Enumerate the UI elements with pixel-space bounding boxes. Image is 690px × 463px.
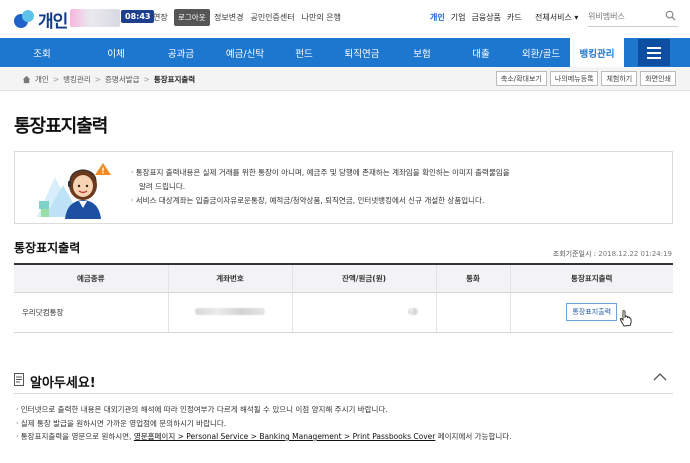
- all-services-label: 전체서비스: [535, 13, 572, 22]
- notice-line-2: 서비스 대상계좌는 입출금이자유로운통장, 예적금/청약상품, 퇴직연금, 인터…: [135, 196, 485, 205]
- know-item-2: 실제 통장 발급을 원하시면 가까운 영업점에 문의하시기 바랍니다.: [20, 418, 227, 428]
- util-link-profile[interactable]: 정보변경: [214, 12, 243, 23]
- column-header-balance: 잔액/원금(원): [292, 264, 437, 293]
- know-section-title: 알아두세요!: [30, 376, 96, 391]
- breadcrumb-item-personal[interactable]: 개인: [35, 74, 49, 85]
- nav-item-loan[interactable]: 대출: [450, 38, 512, 67]
- know-item-1: 인터넷으로 출력한 내용은 대외기관의 해석에 따라 인정여부가 다르게 해석될…: [20, 405, 388, 414]
- notice-box: ! · 통장표지 출력내용은 실제 거래를 위한 통장이 아니며, 예금주 및 …: [14, 151, 673, 224]
- column-header-print-cover: 통장표지출력: [510, 264, 673, 293]
- breadcrumb: 개인 > 뱅킹관리 > 증명서발급 > 통장표지출력: [22, 74, 195, 85]
- chevron-up-icon[interactable]: [653, 372, 667, 382]
- try-demo-button[interactable]: 체험하기: [601, 71, 638, 86]
- nav-item-inquiry[interactable]: 조회: [22, 38, 62, 67]
- inquiry-datetime-label: 조회기준일시 :: [552, 250, 597, 258]
- inquiry-datetime-value: 2018.12.22 01:24:19: [598, 250, 672, 258]
- segment-personal[interactable]: 개인: [430, 12, 445, 23]
- notice-line-1: 통장표지 출력내용은 실제 거래를 위한 통장이 아니며, 예금주 및 당행에 …: [135, 168, 510, 177]
- segment-card[interactable]: 카드: [507, 12, 522, 23]
- document-icon: [14, 373, 24, 386]
- hand-cursor-icon: [620, 310, 632, 327]
- main-navigation: 조회 이체 공과금 예금/신탁 펀드 퇴직연금 보험 대출 외환/골드 뱅킹관리…: [0, 38, 690, 67]
- passbook-account-table: 예금종류 계좌번호 잔액/원금(원) 통화 통장표지출력 우리닷컴통장 통장표지…: [14, 263, 673, 333]
- hamburger-menu-icon[interactable]: [638, 39, 670, 66]
- search-box: [588, 7, 678, 27]
- print-screen-button[interactable]: 화면인쇄: [640, 71, 676, 86]
- nav-item-insurance[interactable]: 보험: [394, 38, 450, 67]
- nav-item-transfer[interactable]: 이체: [82, 38, 150, 67]
- breadcrumb-item-certificates[interactable]: 증명서발급: [105, 74, 140, 85]
- breadcrumb-separator: >: [94, 75, 102, 84]
- extend-session-link[interactable]: 연장: [153, 12, 168, 23]
- logo-text: 개인: [38, 12, 68, 32]
- section-title: 통장표지출력: [14, 241, 81, 255]
- segment-business[interactable]: 기업: [451, 12, 466, 23]
- inquiry-datetime: 조회기준일시 : 2018.12.22 01:24:19: [553, 249, 672, 259]
- list-item: · 실제 통장 발급을 원하시면 가까운 영업점에 문의하시기 바랍니다.: [16, 418, 227, 428]
- zoom-button[interactable]: 축소/확대보기: [495, 71, 547, 86]
- breadcrumb-item-banking-management[interactable]: 뱅킹관리: [63, 74, 91, 85]
- notice-line-1-continued: 알려 드립니다.: [139, 182, 186, 191]
- column-header-deposit-type: 예금종류: [14, 264, 169, 293]
- table-row: 우리닷컴통장 통장표지출력: [14, 292, 673, 333]
- breadcrumb-separator: >: [143, 75, 150, 84]
- cell-balance: [292, 292, 437, 333]
- utility-links: 정보변경 공인인증센터 나만의 은행: [214, 12, 341, 23]
- list-item: · 인터넷으로 출력한 내용은 대외기관의 해석에 따라 인정여부가 다르게 해…: [16, 405, 388, 414]
- all-services-menu[interactable]: 전체서비스 ▾: [535, 12, 578, 23]
- english-homepage-link[interactable]: 영문홈페이지 > Personal Service > Banking Mana…: [134, 432, 436, 441]
- add-my-menu-button[interactable]: 나의메뉴등록: [549, 71, 599, 86]
- nav-item-deposit-trust[interactable]: 예금/신탁: [212, 38, 278, 67]
- column-header-currency: 통화: [436, 264, 511, 293]
- nav-item-banking-management[interactable]: 뱅킹관리: [570, 38, 624, 67]
- nav-item-forex-gold[interactable]: 외환/골드: [512, 38, 570, 67]
- table-header-row: 예금종류 계좌번호 잔액/원금(원) 통화 통장표지출력: [14, 264, 673, 293]
- bank-logo[interactable]: 개인: [14, 7, 68, 32]
- page-title: 통장표지출력: [14, 116, 108, 137]
- segment-products[interactable]: 금융상품: [471, 12, 500, 23]
- logo-mark-icon: [14, 9, 36, 30]
- breadcrumb-bar: 개인 > 뱅킹관리 > 증명서발급 > 통장표지출력 축소/확대보기 나의메뉴등록 체…: [0, 67, 690, 91]
- customer-service-illustration: !: [37, 163, 111, 219]
- search-icon[interactable]: [665, 10, 676, 21]
- nav-item-retirement-pension[interactable]: 퇴직연금: [330, 38, 394, 67]
- breadcrumb-item-current: 통장표지출력: [153, 75, 196, 84]
- cell-currency: [436, 292, 511, 333]
- segment-links: 개인 기업 금융상품 카드: [430, 12, 522, 23]
- svg-text:!: !: [101, 167, 105, 176]
- nav-item-fund[interactable]: 펀드: [278, 38, 330, 67]
- know-item-3-suffix: 페이지에서 가능합니다.: [435, 432, 512, 441]
- print-passbook-cover-label: 통장표지출력: [572, 308, 612, 316]
- know-section-header[interactable]: 알아두세요!: [14, 366, 673, 394]
- util-link-cert-center[interactable]: 공인인증센터: [250, 12, 294, 23]
- notice-line: · 서비스 대상계좌는 입출금이자유로운통장, 예적금/청약상품, 퇴직연금, …: [131, 196, 485, 205]
- masked-balance: [407, 307, 418, 315]
- util-link-my-bank[interactable]: 나만의 은행: [302, 12, 341, 23]
- cell-account-number: [168, 292, 293, 333]
- know-list: · 인터넷으로 출력한 내용은 대외기관의 해석에 따라 인정여부가 다르게 해…: [16, 403, 512, 444]
- cell-deposit-type: 우리닷컴통장: [14, 292, 169, 333]
- session-timer: 08:43: [121, 10, 155, 23]
- cell-print-cover: 통장표지출력: [510, 292, 673, 333]
- breadcrumb-separator: >: [52, 75, 60, 84]
- caret-down-icon: ▾: [574, 13, 579, 22]
- page-tool-buttons: 축소/확대보기 나의메뉴등록 체험하기 화면인쇄: [495, 71, 676, 86]
- list-item: · 통장표지출력을 영문으로 원하시면, 영문홈페이지 > Personal S…: [16, 432, 512, 441]
- masked-account-number: [195, 307, 265, 315]
- user-name-masked: [70, 9, 120, 27]
- print-passbook-cover-button[interactable]: 통장표지출력: [566, 303, 632, 327]
- logout-button[interactable]: 로그아웃: [174, 9, 210, 26]
- search-input[interactable]: [588, 7, 658, 25]
- column-header-account-number: 계좌번호: [168, 264, 293, 293]
- know-item-3-prefix: 통장표지출력을 영문으로 원하시면,: [20, 432, 134, 441]
- nav-item-utility-bills[interactable]: 공과금: [150, 38, 212, 67]
- home-icon[interactable]: [22, 75, 31, 84]
- notice-line: · 통장표지 출력내용은 실제 거래를 위한 통장이 아니며, 예금주 및 당행…: [131, 168, 510, 177]
- notice-text: · 통장표지 출력내용은 실제 거래를 위한 통장이 아니며, 예금주 및 당행…: [131, 166, 510, 208]
- top-utility-bar: 개인 08:43 연장 로그아웃 정보변경 공인인증센터 나만의 은행 개인 기…: [0, 0, 690, 38]
